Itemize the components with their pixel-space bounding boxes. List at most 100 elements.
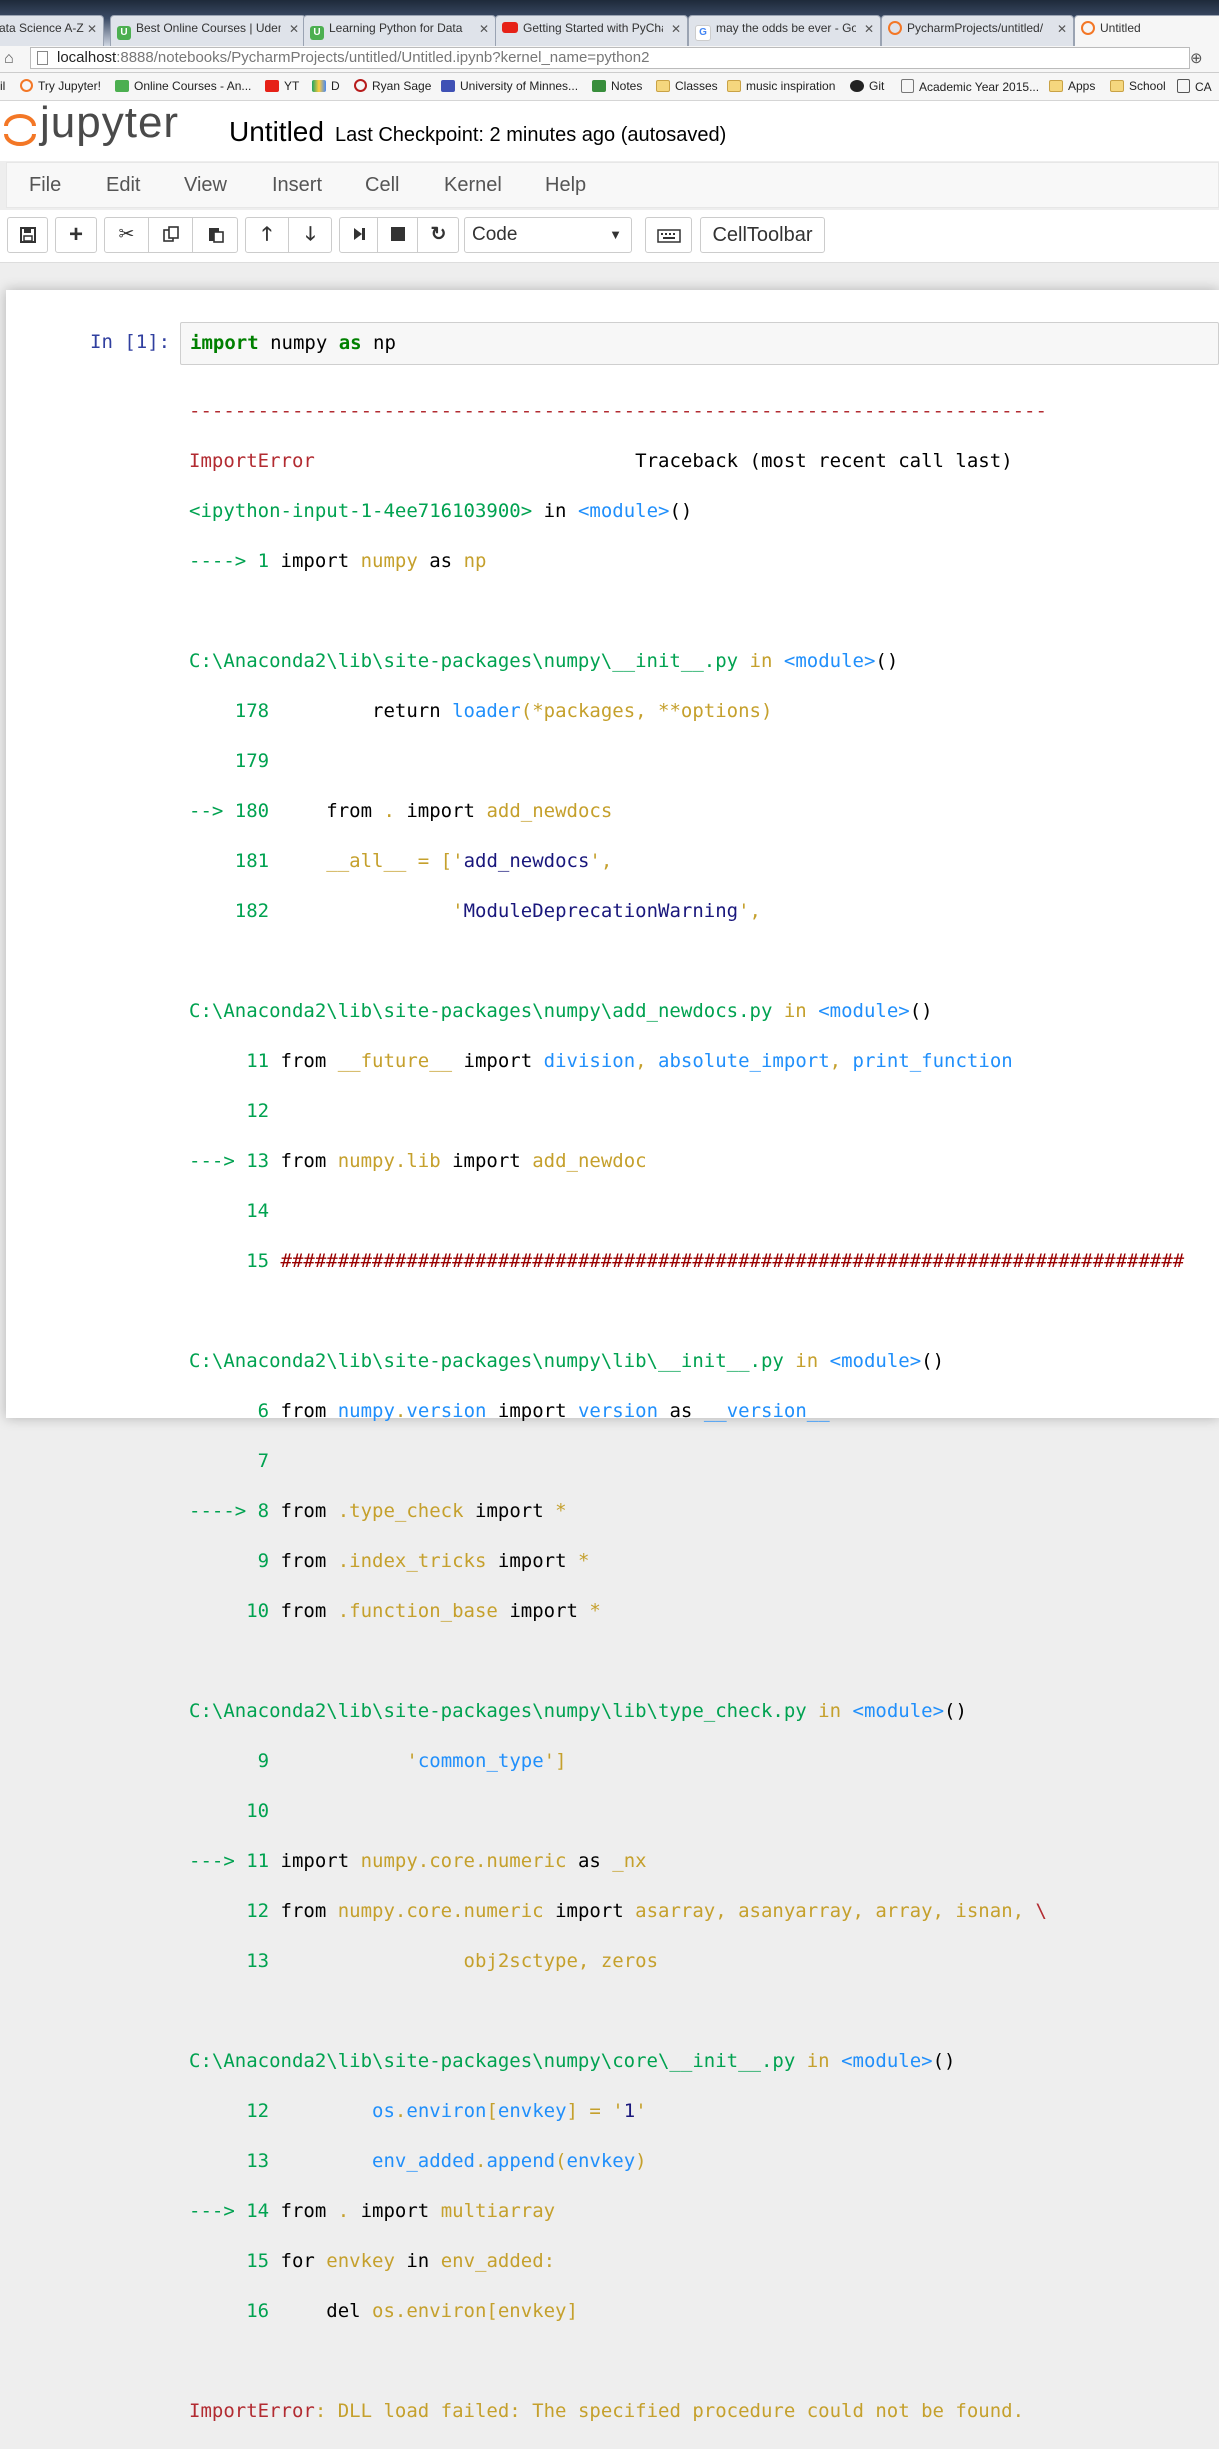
bookmark-university[interactable]: University of Minnes... — [441, 79, 578, 93]
restart-kernel-button[interactable]: ↻ — [418, 218, 459, 252]
traceback-line: 10 — [189, 1800, 270, 1822]
cell-type-select[interactable]: Code ▼ — [464, 217, 632, 253]
menu-cell[interactable]: Cell — [365, 174, 399, 197]
celltoolbar-button[interactable]: CellToolbar — [700, 217, 825, 253]
folder-icon — [727, 80, 741, 92]
traceback-line: 182 'ModuleDeprecationWarning', — [189, 900, 761, 922]
insert-cell-button[interactable]: + — [55, 217, 97, 253]
bookmark-label: Academic Year 2015... — [919, 80, 1040, 94]
frame-file: <ipython-input-1-4ee716103900> — [189, 500, 533, 522]
browser-tab-youtube-pycharm[interactable]: Getting Started with PyCharm ✕ — [495, 15, 688, 46]
refresh-icon: ↻ — [430, 224, 447, 245]
bookmark-apps[interactable]: Apps — [1049, 79, 1095, 93]
traceback-frame: C:\Anaconda2\lib\site-packages\numpy\cor… — [189, 2050, 956, 2072]
traceback-title: Traceback (most recent call last) — [635, 450, 1013, 472]
bookmark-ca[interactable]: CA — [1177, 79, 1212, 94]
bookmark-label: music inspiration — [746, 79, 836, 93]
traceback-line: ---> 11 import numpy.core.numeric as _nx — [189, 1850, 647, 1872]
bookmark-label: School — [1129, 79, 1166, 93]
code-text: numpy — [258, 332, 339, 354]
browser-tab-pycharm-projects[interactable]: PycharmProjects/untitled/ ✕ — [881, 15, 1074, 46]
close-tab-icon[interactable]: ✕ — [864, 22, 874, 36]
bookmark-try-jupyter[interactable]: Try Jupyter! — [20, 79, 101, 93]
jupyter-favicon-icon — [20, 79, 33, 92]
menu-insert[interactable]: Insert — [272, 174, 322, 197]
close-tab-icon[interactable]: ✕ — [1057, 22, 1067, 36]
copy-button[interactable] — [149, 218, 193, 252]
browser-tab-google-search[interactable]: Gmay the odds be ever - Google ✕ — [688, 15, 881, 46]
bookmark-school[interactable]: School — [1110, 79, 1166, 93]
bookmark-d[interactable]: D — [312, 79, 340, 93]
close-tab-icon[interactable]: ✕ — [289, 22, 299, 36]
bookmark-item[interactable]: il — [0, 79, 5, 93]
step-forward-icon — [353, 228, 365, 240]
close-tab-icon[interactable]: ✕ — [671, 22, 681, 36]
youtube-favicon-icon — [502, 22, 518, 33]
paste-icon — [208, 228, 224, 243]
jupyter-logo-icon[interactable] — [3, 110, 37, 150]
bookmark-music-inspiration[interactable]: music inspiration — [727, 79, 835, 93]
bookmark-classes[interactable]: Classes — [656, 79, 718, 93]
bookmark-online-courses[interactable]: Online Courses - An... — [115, 79, 251, 93]
notebook-name[interactable]: Untitled — [229, 116, 324, 148]
target-icon — [354, 79, 367, 92]
code-cell-input[interactable]: import numpy as np — [180, 322, 1219, 365]
tab-label: Untitled — [1100, 21, 1141, 35]
close-tab-icon[interactable]: ✕ — [87, 22, 97, 36]
youtube-favicon-icon — [265, 80, 279, 92]
code-text: np — [361, 332, 396, 354]
bookmark-label: Try Jupyter! — [38, 79, 101, 93]
close-tab-icon[interactable]: ✕ — [479, 22, 489, 36]
bookmark-academic-year[interactable]: Academic Year 2015... — [901, 79, 1039, 94]
menu-help[interactable]: Help — [545, 174, 586, 197]
bookmark-git[interactable]: Git — [850, 79, 884, 93]
traceback-blank — [189, 599, 1184, 624]
traceback-line: 11 from __future__ import division, abso… — [189, 1050, 1013, 1072]
keyboard-shortcuts-button[interactable] — [645, 217, 692, 253]
traceback-line: 178 return loader(*packages, **options) — [189, 700, 773, 722]
menu-kernel[interactable]: Kernel — [444, 174, 502, 197]
jupyter-logo-text[interactable]: jupyter — [40, 98, 179, 148]
run-button-group: ↻ — [339, 217, 459, 253]
save-button[interactable] — [7, 217, 48, 253]
browser-tab-udemy-best[interactable]: U Best Online Courses | Udemy ✕ — [110, 15, 306, 46]
move-up-button[interactable]: 🡑 — [246, 218, 289, 252]
menu-bar: File Edit View Insert Cell Kernel Help — [6, 162, 1219, 208]
bookmark-label: Apps — [1068, 79, 1096, 93]
traceback-line: 181 __all__ = ['add_newdocs', — [189, 850, 613, 872]
bookmark-notes[interactable]: Notes — [592, 79, 642, 93]
drive-icon — [312, 80, 326, 92]
udemy-favicon-icon: U — [117, 26, 131, 40]
zoom-icon[interactable]: ⊕ — [1190, 49, 1203, 67]
traceback-line: 15 #####################################… — [189, 1250, 1185, 1272]
url-input[interactable]: localhost:8888/notebooks/PycharmProjects… — [30, 47, 1190, 69]
traceback-frame: C:\Anaconda2\lib\site-packages\numpy\__i… — [189, 650, 899, 672]
traceback-line: 9 'common_type'] — [189, 1750, 567, 1772]
move-button-group: 🡑 🡓 — [245, 217, 332, 253]
traceback-line: 13 obj2sctype, zeros — [189, 1950, 659, 1972]
jupyter-favicon-icon — [1081, 21, 1095, 35]
tab-label: may the odds be ever - Google — [716, 21, 856, 35]
stop-icon — [390, 227, 405, 241]
tab-label: Getting Started with PyCharm — [523, 21, 663, 35]
traceback-line: 12 from numpy.core.numeric import asarra… — [189, 1900, 1047, 1922]
browser-tab-udemy-learning[interactable]: U Learning Python for Data ✕ — [303, 15, 496, 46]
paste-button[interactable] — [193, 218, 238, 252]
edit-button-group: ✂ — [104, 217, 238, 253]
menu-view[interactable]: View — [184, 174, 227, 197]
bookmark-ryan-sage[interactable]: Ryan Sage — [354, 79, 431, 93]
menu-file[interactable]: File — [29, 174, 61, 197]
cut-button[interactable]: ✂ — [105, 218, 149, 252]
move-down-button[interactable]: 🡓 — [289, 218, 332, 252]
traceback-line: --> 180 from . import add_newdocs — [189, 800, 613, 822]
browser-tab-data-science[interactable]: ata Science A-Z™ ✕ — [0, 15, 104, 46]
traceback-blank — [189, 1999, 1184, 2024]
bookmark-yt[interactable]: YT — [265, 79, 299, 93]
traceback-line: 13 env_added.append(envkey) — [189, 2150, 647, 2172]
run-cell-button[interactable] — [340, 218, 378, 252]
browser-tab-untitled[interactable]: Untitled — [1074, 15, 1219, 46]
interrupt-kernel-button[interactable] — [378, 218, 418, 252]
traceback-header: ImportError Traceback (most recent call … — [189, 449, 1184, 474]
home-icon[interactable]: ⌂ — [4, 50, 14, 68]
menu-edit[interactable]: Edit — [106, 174, 140, 197]
